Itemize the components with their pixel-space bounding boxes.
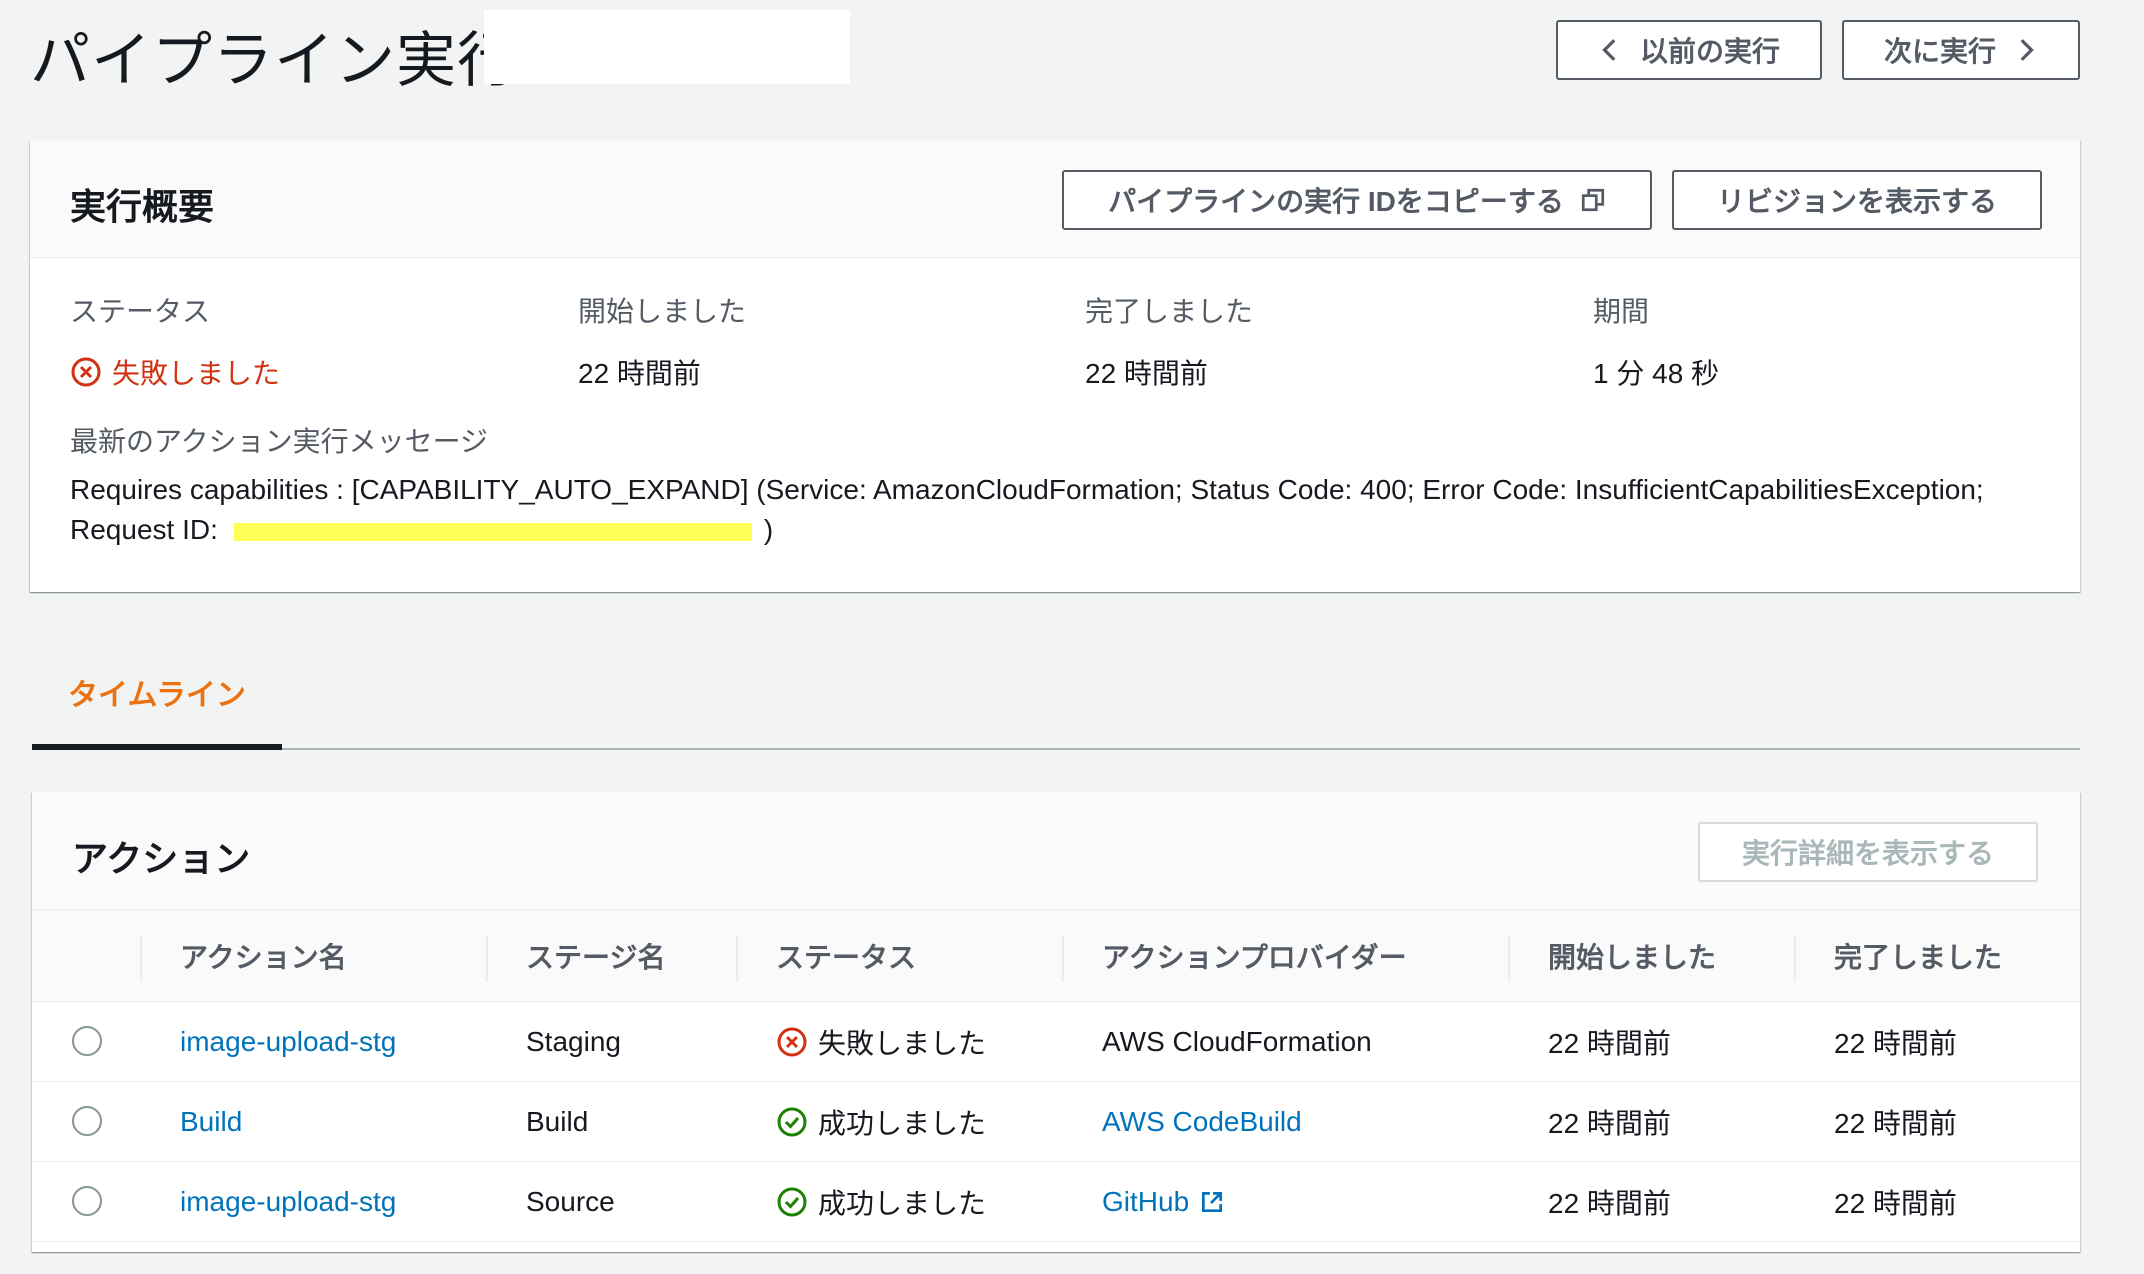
status-field: ステータス 失敗しました <box>70 290 280 392</box>
column-divider <box>1508 936 1510 982</box>
action-name-link[interactable]: image-upload-stg <box>180 1002 396 1082</box>
request-id-suffix: ) <box>763 514 774 545</box>
actions-title: アクション <box>72 838 251 879</box>
tab-bar: タイムライン <box>32 640 2080 750</box>
table-row[interactable]: image-upload-stg Source 成功しました GitHub 22… <box>32 1162 2080 1242</box>
message-line-2: Request ID:) <box>70 510 2050 550</box>
column-header-action-name[interactable]: アクション名 <box>180 910 347 1002</box>
action-completed: 22 時間前 <box>1834 1188 1957 1219</box>
execution-summary-panel: 実行概要 パイプラインの実行 IDをコピーする リビジョンを表示する ステータス… <box>30 140 2080 592</box>
view-execution-details-label: 実行詳細を表示する <box>1741 838 1994 869</box>
row-select-radio[interactable] <box>72 1026 102 1056</box>
column-header-completed[interactable]: 完了しました <box>1834 910 2002 1002</box>
error-circle-icon <box>777 1027 807 1057</box>
previous-execution-label: 以前の実行 <box>1639 36 1780 67</box>
redacted-title-area <box>484 10 850 84</box>
copy-execution-id-label: パイプラインの実行 IDをコピーする <box>1108 186 1564 217</box>
completed-label: 完了しました <box>1085 296 1254 327</box>
column-divider <box>1062 936 1064 982</box>
table-header: アクション名 ステージ名 ステータス アクションプロバイダー 開始しました 完了… <box>32 910 2080 1002</box>
stage-name: Build <box>526 1106 589 1137</box>
view-revision-label: リビジョンを表示する <box>1716 186 1997 217</box>
summary-title: 実行概要 <box>70 186 215 227</box>
action-status-text: 成功しました <box>818 1188 987 1219</box>
error-circle-icon <box>71 357 101 387</box>
action-started: 22 時間前 <box>1548 1188 1671 1219</box>
row-select-radio[interactable] <box>72 1106 102 1136</box>
chevron-left-icon <box>1602 39 1616 61</box>
status-label: ステータス <box>70 296 211 327</box>
latest-message-label: 最新のアクション実行メッセージ <box>70 426 489 457</box>
column-divider <box>140 936 142 982</box>
actions-panel: アクション 実行詳細を表示する アクション名 ステージ名 ステータス アクション… <box>32 792 2080 1252</box>
duration-value: 1 分 48 秒 <box>1593 358 1720 389</box>
message-line-1: Requires capabilities : [CAPABILITY_AUTO… <box>70 474 1984 505</box>
started-label: 開始しました <box>578 296 747 327</box>
action-status: 成功しました <box>776 1162 986 1242</box>
stage-name: Source <box>526 1186 615 1217</box>
action-provider: AWS CloudFormation <box>1102 1026 1372 1057</box>
success-check-icon <box>777 1107 807 1137</box>
page-title: パイプライン実行 <box>30 27 518 94</box>
duration-label: 期間 <box>1593 296 1650 327</box>
column-divider <box>1794 936 1796 982</box>
actions-header: アクション 実行詳細を表示する <box>32 792 2080 910</box>
action-provider-link[interactable]: AWS CodeBuild <box>1102 1082 1302 1162</box>
column-header-status[interactable]: ステータス <box>776 910 916 1002</box>
action-name-link[interactable]: Build <box>180 1082 242 1162</box>
completed-field: 完了しました 22 時間前 <box>1085 290 1253 392</box>
copy-icon <box>1581 188 1604 212</box>
duration-field: 期間 1 分 48 秒 <box>1593 290 1719 392</box>
redacted-request-id <box>233 522 752 541</box>
action-name-link[interactable]: image-upload-stg <box>180 1162 396 1242</box>
completed-value: 22 時間前 <box>1085 358 1208 389</box>
previous-execution-button[interactable]: 以前の実行 <box>1556 20 1822 80</box>
action-status-text: 成功しました <box>818 1108 987 1139</box>
actions-table: アクション名 ステージ名 ステータス アクションプロバイダー 開始しました 完了… <box>32 910 2080 1242</box>
copy-execution-id-button[interactable]: パイプラインの実行 IDをコピーする <box>1062 170 1652 230</box>
column-divider <box>736 936 738 982</box>
next-execution-button[interactable]: 次に実行 <box>1842 20 2080 80</box>
action-status: 失敗しました <box>776 1002 986 1082</box>
table-row[interactable]: Build Build 成功しました AWS CodeBuild 22 時間前 … <box>32 1082 2080 1162</box>
tab-timeline[interactable]: タイムライン <box>32 640 282 750</box>
view-revision-button[interactable]: リビジョンを表示する <box>1672 170 2042 230</box>
action-provider-text: GitHub <box>1102 1186 1190 1217</box>
action-started: 22 時間前 <box>1548 1108 1671 1139</box>
request-id-prefix: Request ID: <box>70 514 218 545</box>
next-execution-label: 次に実行 <box>1883 36 1996 67</box>
tab-timeline-label: タイムライン <box>68 679 246 712</box>
action-started: 22 時間前 <box>1548 1028 1671 1059</box>
status-value: 失敗しました <box>70 352 280 392</box>
table-row[interactable]: image-upload-stg Staging 失敗しました AWS Clou… <box>32 1002 2080 1082</box>
summary-header: 実行概要 パイプラインの実行 IDをコピーする リビジョンを表示する <box>30 140 2080 258</box>
success-check-icon <box>777 1187 807 1217</box>
column-header-started[interactable]: 開始しました <box>1548 910 1716 1002</box>
action-status-text: 失敗しました <box>818 1028 987 1059</box>
chevron-right-icon <box>2020 39 2034 61</box>
started-value: 22 時間前 <box>578 358 701 389</box>
external-link-icon <box>1202 1191 1223 1213</box>
action-provider-link[interactable]: GitHub <box>1102 1162 1225 1242</box>
stage-name: Staging <box>526 1026 621 1057</box>
view-execution-details-button[interactable]: 実行詳細を表示する <box>1698 822 2038 882</box>
page: パイプライン実行 以前の実行 次に実行 実行概要 パイプラインの実行 IDをコピ… <box>0 0 2144 1274</box>
action-completed: 22 時間前 <box>1834 1028 1957 1059</box>
action-status: 成功しました <box>776 1082 986 1162</box>
action-completed: 22 時間前 <box>1834 1108 1957 1139</box>
column-header-action-provider[interactable]: アクションプロバイダー <box>1102 910 1407 1002</box>
column-divider <box>486 936 488 982</box>
column-header-stage-name[interactable]: ステージ名 <box>526 910 665 1002</box>
started-field: 開始しました 22 時間前 <box>578 290 746 392</box>
row-select-radio[interactable] <box>72 1186 102 1216</box>
latest-message-text: Requires capabilities : [CAPABILITY_AUTO… <box>70 470 2050 550</box>
status-value-text: 失敗しました <box>112 358 281 389</box>
